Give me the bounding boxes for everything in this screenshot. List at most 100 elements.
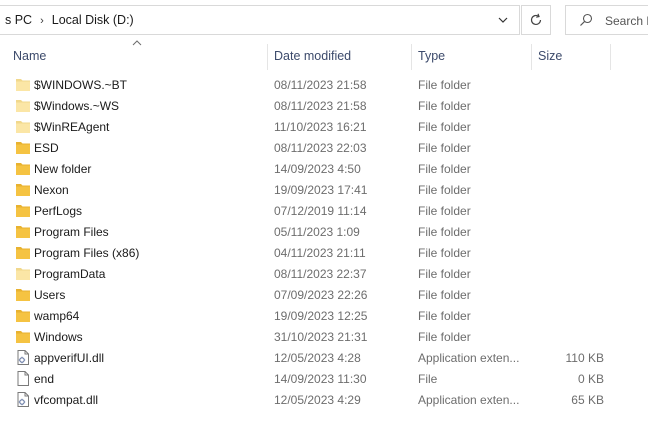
file-row[interactable]: $Windows.~WS 08/11/2023 21:58 File folder (0, 95, 648, 116)
file-type: File folder (418, 162, 471, 176)
file-name: Program Files (x86) (34, 246, 140, 260)
file-type: File folder (418, 183, 471, 197)
folder-light-icon (15, 77, 31, 92)
column-header-size[interactable]: Size (538, 49, 562, 63)
folder-icon (15, 203, 31, 218)
refresh-icon (530, 13, 542, 26)
refresh-button[interactable] (521, 5, 551, 35)
file-row[interactable]: wamp64 19/09/2023 12:25 File folder (0, 305, 648, 326)
file-row[interactable]: ProgramData 08/11/2023 22:37 File folder (0, 263, 648, 284)
file-name: PerfLogs (34, 204, 83, 218)
folder-icon (15, 287, 31, 302)
file-row[interactable]: Program Files 05/11/2023 1:09 File folder (0, 221, 648, 242)
folder-light-icon (15, 266, 31, 281)
file-date-modified: 08/11/2023 21:58 (274, 99, 367, 113)
address-bar[interactable]: s PC › Local Disk (D:) (0, 5, 520, 35)
file-size: 65 KB (571, 393, 604, 407)
file-row[interactable]: $WINDOWS.~BT 08/11/2023 21:58 File folder (0, 74, 648, 95)
file-type: File folder (418, 141, 471, 155)
file-date-modified: 12/05/2023 4:28 (274, 351, 361, 365)
search-input[interactable]: Search L (605, 14, 648, 28)
file-name: Users (34, 288, 66, 302)
dll-file-icon (15, 350, 31, 365)
file-date-modified: 19/09/2023 17:41 (274, 183, 368, 197)
file-name: Windows (34, 330, 83, 344)
file-type: File folder (418, 309, 471, 323)
column-header-type[interactable]: Type (418, 49, 445, 63)
file-name: appverifUI.dll (34, 351, 105, 365)
column-header-row: Name Date modified Type Size (0, 40, 648, 72)
file-name: ESD (34, 141, 59, 155)
file-date-modified: 19/09/2023 12:25 (274, 309, 368, 323)
column-header-name[interactable]: Name (13, 49, 46, 63)
breadcrumb-local-disk[interactable]: Local Disk (D:) (52, 13, 134, 27)
file-row[interactable]: Nexon 19/09/2023 17:41 File folder (0, 179, 648, 200)
file-size: 110 KB (565, 351, 604, 365)
file-row[interactable]: New folder 14/09/2023 4:50 File folder (0, 158, 648, 179)
file-row[interactable]: Users 07/09/2023 22:26 File folder (0, 284, 648, 305)
column-header-date-modified[interactable]: Date modified (274, 49, 351, 63)
file-row[interactable]: vfcompat.dll 12/05/2023 4:29 Application e… (0, 389, 648, 410)
search-icon (580, 13, 593, 26)
breadcrumb-separator: › (40, 15, 44, 27)
folder-light-icon (15, 98, 31, 113)
file-name: $Windows.~WS (34, 99, 120, 113)
file-name: $WINDOWS.~BT (34, 78, 128, 92)
file-list: $WINDOWS.~BT 08/11/2023 21:58 File folder $… (0, 74, 648, 410)
file-date-modified: 07/09/2023 22:26 (274, 288, 368, 302)
chevron-down-icon (498, 17, 508, 23)
file-row[interactable]: Windows 31/10/2023 21:31 File folder (0, 326, 648, 347)
file-row[interactable]: end 14/09/2023 11:30 File 0 KB (0, 368, 648, 389)
file-name: end (34, 372, 55, 386)
file-row[interactable]: PerfLogs 07/12/2019 11:14 File folder (0, 200, 648, 221)
file-date-modified: 05/11/2023 1:09 (274, 225, 360, 239)
column-divider[interactable] (267, 44, 268, 70)
search-box[interactable]: Search L (565, 5, 648, 35)
file-row[interactable]: $WinREAgent 11/10/2023 16:21 File folder (0, 116, 648, 137)
file-row[interactable]: ESD 08/11/2023 22:03 File folder (0, 137, 648, 158)
file-date-modified: 08/11/2023 22:37 (274, 267, 367, 281)
file-icon (15, 371, 31, 386)
file-date-modified: 31/10/2023 21:31 (274, 330, 368, 344)
folder-light-icon (15, 119, 31, 134)
folder-icon (15, 329, 31, 344)
file-date-modified: 08/11/2023 21:58 (274, 78, 367, 92)
file-row[interactable]: Program Files (x86) 04/11/2023 21:11 File … (0, 242, 648, 263)
breadcrumb: s PC › Local Disk (D:) (5, 13, 134, 27)
file-type: File folder (418, 288, 471, 302)
address-history-dropdown[interactable] (492, 9, 514, 31)
file-type: File (418, 372, 438, 386)
file-type: File folder (418, 78, 471, 92)
file-type: File folder (418, 330, 471, 344)
folder-icon (15, 182, 31, 197)
file-name: $WinREAgent (34, 120, 110, 134)
file-type: File folder (418, 99, 471, 113)
file-date-modified: 14/09/2023 11:30 (274, 372, 367, 386)
folder-icon (15, 161, 31, 176)
file-type: File folder (418, 225, 471, 239)
dll-file-icon (15, 392, 31, 407)
file-type: Application exten... (418, 351, 520, 365)
file-name: Program Files (34, 225, 109, 239)
file-name: wamp64 (34, 309, 80, 323)
file-row[interactable]: appverifUI.dll 12/05/2023 4:28 Application… (0, 347, 648, 368)
file-date-modified: 12/05/2023 4:29 (274, 393, 361, 407)
column-divider[interactable] (531, 44, 532, 70)
file-type: File folder (418, 267, 471, 281)
folder-icon (15, 224, 31, 239)
file-type: Application exten... (418, 393, 520, 407)
file-name: vfcompat.dll (34, 393, 99, 407)
column-divider[interactable] (411, 44, 412, 70)
file-name: ProgramData (34, 267, 106, 281)
file-type: File folder (418, 204, 471, 218)
folder-icon (15, 308, 31, 323)
sort-ascending-icon (132, 40, 142, 46)
file-type: File folder (418, 246, 471, 260)
column-divider[interactable] (610, 44, 611, 70)
file-date-modified: 14/09/2023 4:50 (274, 162, 361, 176)
breadcrumb-this-pc[interactable]: s PC (5, 13, 32, 27)
file-date-modified: 07/12/2019 11:14 (274, 204, 367, 218)
folder-icon (15, 245, 31, 260)
file-date-modified: 08/11/2023 22:03 (274, 141, 367, 155)
file-size: 0 KB (577, 372, 604, 386)
